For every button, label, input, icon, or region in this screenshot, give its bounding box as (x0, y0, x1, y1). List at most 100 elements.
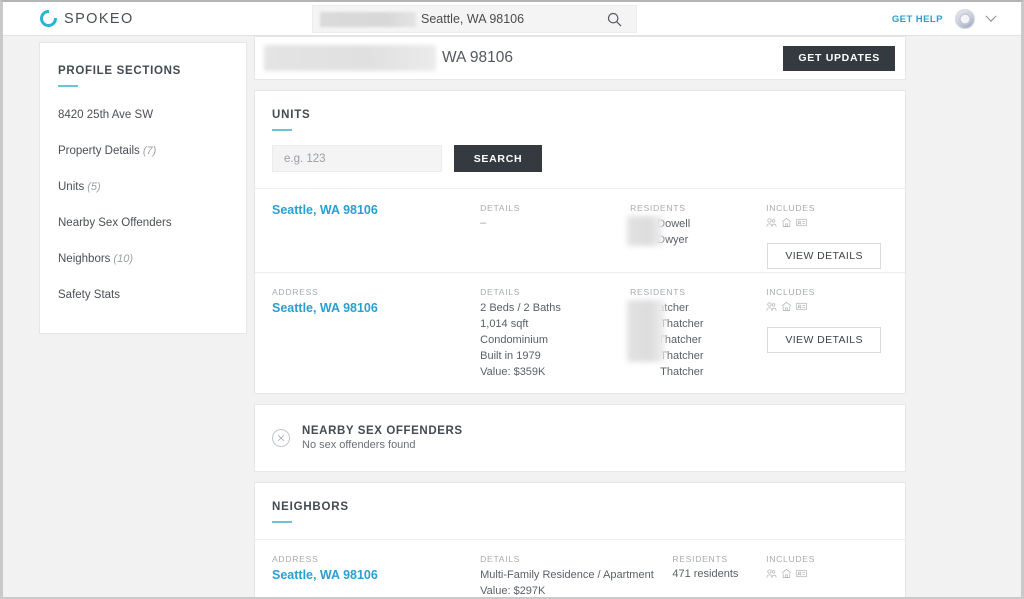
unit-details-cell: DETAILS – (480, 203, 630, 260)
sidebar-title: PROFILE SECTIONS (58, 65, 182, 77)
neighbors-section-title: NEIGHBORS (272, 500, 349, 513)
unit-search-group: SEARCH (272, 145, 905, 172)
id-card-icon (796, 218, 807, 227)
house-icon (781, 217, 792, 227)
neighbor-includes-cell: INCLUDES VIEW DETAILS (766, 553, 888, 597)
neighbor-residents-cell: RESIDENTS 471 residents (672, 553, 766, 597)
sex-offenders-subtitle: No sex offenders found (302, 438, 416, 451)
unit-details-cell: DETAILS 2 Beds / 2 Baths 1,014 sqft Cond… (480, 287, 630, 381)
get-help-link[interactable]: GET HELP (892, 14, 943, 25)
address-column-label: ADDRESS (272, 287, 319, 297)
resident-line: Thatcher (660, 365, 704, 378)
unit-residents-cell: RESIDENTS Dowell Dwyer (627, 203, 766, 260)
top-navigation-bar: SPOKEO Seattle, WA 98106 GET HELP (3, 2, 1021, 36)
sidebar-item-label: Property Details (58, 145, 140, 157)
includes-icon-group (766, 217, 888, 228)
detail-line: Condominium (480, 333, 549, 346)
house-icon (781, 568, 792, 578)
page-title-redacted-address (264, 45, 436, 71)
unit-includes-cell: INCLUDES VIEW DETAILS (766, 287, 888, 381)
global-search-bar[interactable]: Seattle, WA 98106 (312, 5, 637, 33)
neighbors-card: NEIGHBORS ADDRESS Seattle, WA 98106 DETA… (254, 481, 906, 597)
units-accent-rule (272, 129, 292, 131)
details-column-label: DETAILS (480, 553, 521, 564)
browser-window: SPOKEO Seattle, WA 98106 GET HELP PROFIL… (0, 0, 1024, 599)
residents-column-label: RESIDENTS (672, 553, 728, 564)
units-card: UNITS SEARCH Seattle, WA 98106 DETAILS (254, 90, 906, 394)
sidebar-item-units[interactable]: Units (5) (40, 169, 246, 205)
sidebar-item-neighbors[interactable]: Neighbors (10) (40, 241, 246, 277)
unit-address-cell: ADDRESS Seattle, WA 98106 (272, 287, 480, 381)
residents-column-label: RESIDENTS (630, 287, 686, 297)
sidebar-item-label: Nearby Sex Offenders (58, 217, 172, 229)
sidebar-accent-rule (58, 85, 78, 87)
neighbor-details-cell: DETAILS Multi-Family Residence / Apartme… (480, 553, 672, 597)
sidebar-item-safety-stats[interactable]: Safety Stats (40, 277, 246, 313)
neighbor-address-cell: ADDRESS Seattle, WA 98106 (272, 554, 480, 597)
unit-residents-cell: RESIDENTS atcher Thatcher Thatcher Thatc… (627, 287, 766, 381)
details-column-label: DETAILS (480, 287, 521, 297)
includes-icon-group (766, 301, 888, 312)
detail-line: Value: $359K (480, 365, 546, 378)
residents-count: 471 residents (672, 567, 739, 580)
unit-address-cell: Seattle, WA 98106 (272, 203, 480, 260)
sidebar-item-label: Safety Stats (58, 289, 121, 301)
details-column-label: DETAILS (480, 203, 521, 213)
profile-sections-sidebar: PROFILE SECTIONS 8420 25th Ave SW Proper… (39, 42, 247, 334)
neighbor-row: ADDRESS Seattle, WA 98106 DETAILS Multi-… (255, 538, 905, 597)
id-card-icon (796, 569, 807, 577)
neighbors-section-head: NEIGHBORS (255, 483, 905, 523)
user-avatar-icon[interactable] (955, 9, 975, 29)
circle-x-icon (272, 428, 290, 447)
neighbor-address-link[interactable]: Seattle, WA 98106 (272, 568, 480, 582)
residents-redacted (627, 216, 664, 246)
search-redacted-text (320, 11, 416, 27)
id-card-icon (796, 302, 807, 311)
unit-search-button[interactable]: SEARCH (454, 145, 542, 172)
view-details-button[interactable]: VIEW DETAILS (767, 327, 882, 353)
detail-line: Multi-Family Residence / Apartment (480, 568, 654, 581)
get-updates-button[interactable]: GET UPDATES (783, 46, 895, 71)
includes-column-label: INCLUDES (766, 203, 816, 213)
detail-line: Built in 1979 (480, 349, 541, 362)
sidebar-item-label: Units (58, 181, 85, 193)
sidebar-item-address[interactable]: 8420 25th Ave SW (40, 97, 246, 133)
sidebar-item-nearby-sex-offenders[interactable]: Nearby Sex Offenders (40, 205, 246, 241)
main-content: WA 98106 GET UPDATES UNITS SEARCH Se (254, 36, 906, 597)
includes-column-label: INCLUDES (766, 287, 816, 297)
people-icon (766, 218, 777, 227)
detail-line: Value: $297K (480, 584, 546, 597)
units-section-head: UNITS (255, 91, 905, 131)
residents-column-label: RESIDENTS (630, 203, 686, 213)
sidebar-item-label: 8420 25th Ave SW (58, 109, 154, 121)
spokeo-logo-icon (40, 10, 58, 27)
includes-column-label: INCLUDES (766, 553, 816, 564)
chevron-down-icon[interactable] (985, 10, 997, 22)
unit-address-link[interactable]: Seattle, WA 98106 (272, 301, 480, 315)
people-icon (766, 569, 777, 578)
people-icon (766, 302, 777, 311)
spokeo-logo[interactable]: SPOKEO (40, 10, 134, 27)
neighbors-accent-rule (272, 520, 292, 523)
sex-offenders-text-group: NEARBY SEX OFFENDERS No sex offenders fo… (302, 425, 463, 451)
page-body: PROFILE SECTIONS 8420 25th Ave SW Proper… (3, 36, 1021, 597)
detail-line: – (480, 217, 487, 229)
unit-row: Seattle, WA 98106 DETAILS – RESIDENTS Do… (255, 188, 905, 272)
sidebar-item-label: Neighbors (58, 253, 111, 265)
page-title-card: WA 98106 GET UPDATES (254, 36, 906, 80)
house-icon (781, 301, 792, 311)
unit-address-link[interactable]: Seattle, WA 98106 (272, 203, 480, 217)
sidebar-item-count: (7) (142, 145, 157, 157)
view-details-button[interactable]: VIEW DETAILS (767, 243, 882, 269)
unit-search-input[interactable] (272, 145, 442, 172)
includes-icon-group (766, 568, 888, 579)
sex-offenders-title: NEARBY SEX OFFENDERS (302, 424, 463, 437)
detail-line: 1,014 sqft (480, 317, 529, 330)
units-section-title: UNITS (272, 109, 311, 121)
sidebar-item-property-details[interactable]: Property Details (7) (40, 133, 246, 169)
sidebar-item-count: (5) (87, 181, 101, 193)
search-icon[interactable] (607, 12, 622, 27)
residents-redacted (627, 300, 666, 362)
search-input-value: Seattle, WA 98106 (421, 12, 525, 26)
unit-includes-cell: INCLUDES VIEW DETAILS (766, 203, 888, 269)
